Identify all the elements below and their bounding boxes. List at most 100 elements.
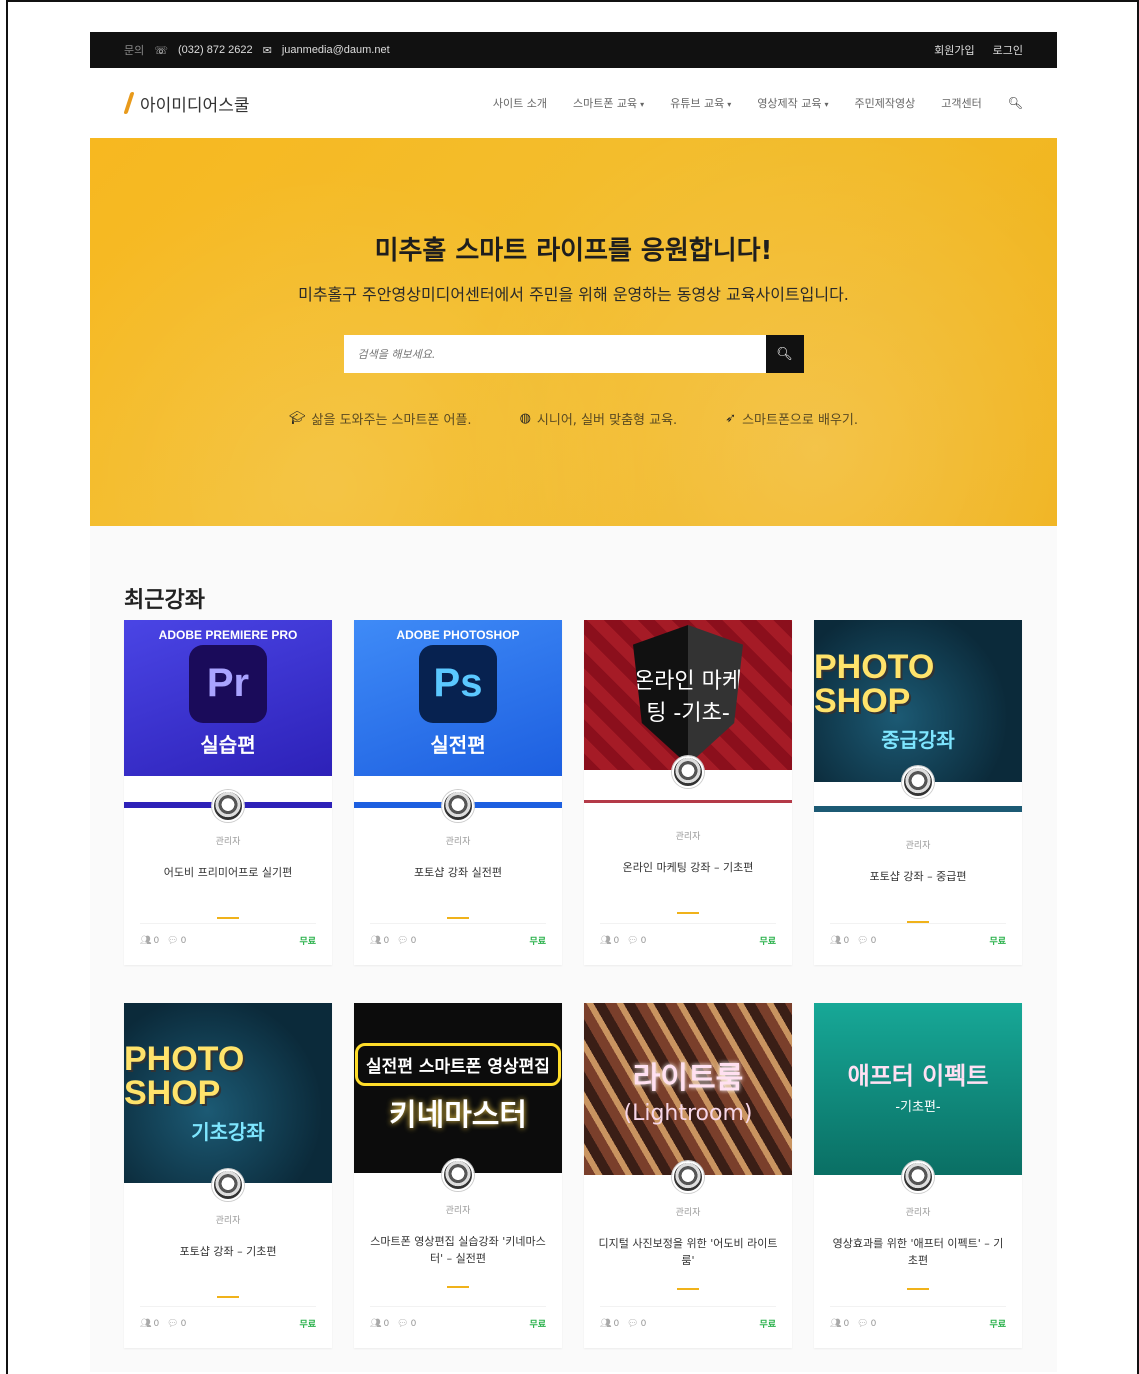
course-title[interactable]: 디지털 사진보정을 위한 '어도비 라이트룸' [584,1236,792,1270]
course-thumbnail[interactable]: PHOTO SHOP 중급강좌 [814,620,1022,782]
course-card[interactable]: PHOTO SHOP 기초강좌 관리자 포토샵 강좌 – 기초편 👥︎ 0 💬︎ 0… [124,1003,332,1348]
nav-item-about[interactable]: 사이트 소개 [493,95,547,111]
site: 문의 ☏ (032) 872 2622 ✉ juanmedia@daum.net… [90,32,1057,1372]
hero-banner: 미추홀 스마트 라이프를 응원합니다! 미추홀구 주안영상미디어센터에서 주민을… [90,138,1057,526]
feature-item[interactable]: ➶ 스마트폰으로 배우기. [725,409,858,428]
course-title[interactable]: 온라인 마케팅 강좌 – 기초편 [584,860,792,894]
chevron-down-icon: ▾ [727,100,732,109]
course-thumbnail[interactable]: PHOTO SHOP 기초강좌 [124,1003,332,1183]
course-footer: 👥︎ 0 💬︎ 0 무료 [600,1306,776,1330]
price-badge: 무료 [299,937,316,947]
avatar[interactable] [672,1161,704,1193]
course-author[interactable]: 관리자 [124,834,332,847]
course-author[interactable]: 관리자 [814,1205,1022,1218]
thumbnail-text: -기초편- [895,1099,941,1115]
course-footer: 👥︎ 0 💬︎ 0 무료 [830,1306,1006,1330]
comment-icon: 💬︎ [857,1318,869,1329]
avatar[interactable] [442,790,474,822]
course-card[interactable]: ADOBE PREMIERE PRO Pr 실습편 관리자 어도비 프리미어프로… [124,620,332,965]
course-author[interactable]: 관리자 [584,1205,792,1218]
thumbnail-caption: 애프터 이펙트 [847,1062,989,1091]
avatar[interactable] [902,766,934,798]
course-title[interactable]: 포토샵 강좌 실전편 [354,865,562,899]
email-link[interactable]: juanmedia@daum.net [282,44,390,56]
email-icon: ✉ [262,44,272,57]
course-footer: 👥︎ 0 💬︎ 0 무료 [140,1306,316,1330]
course-card[interactable]: 실전편 스마트폰 영상편집 키네마스터 관리자 스마트폰 영상편집 실습강좌 '… [354,1003,562,1348]
search-icon: 🔍︎ [776,346,793,361]
thumbnail-strip [814,806,1022,812]
course-card[interactable]: ADOBE PHOTOSHOP Ps 실전편 관리자 포토샵 강좌 실전편 👥︎… [354,620,562,965]
user-icon: 👥︎ [830,935,842,946]
nav-item-resident-video[interactable]: 주민제작영상 [855,95,916,111]
course-card[interactable]: 애프터 이펙트 -기초편- 관리자 영상효과를 위한 '애프터 이펙트' – 기… [814,1003,1022,1348]
course-author[interactable]: 관리자 [814,838,1022,851]
nav-item-smartphone[interactable]: 스마트폰 교육 ▾ [573,95,644,111]
user-icon: 👥︎ [600,1318,612,1329]
nav-item-video[interactable]: 영상제작 교육 ▾ [757,95,828,111]
thumbnail-text: 중급강좌 [881,727,955,752]
course-thumbnail[interactable]: 실전편 스마트폰 영상편집 키네마스터 [354,1003,562,1173]
course-author[interactable]: 관리자 [584,829,792,842]
nav-item-youtube[interactable]: 유튜브 교육 ▾ [670,95,731,111]
feature-item[interactable]: 🎓︎ 삶을 도와주는 스마트폰 어플. [289,409,472,428]
course-footer: 👥︎ 0 💬︎ 0 무료 [370,923,546,947]
phone-icon: ☏ [154,44,169,57]
thumbnail-text: 실습편 [200,732,256,757]
user-icon: 👥︎ [370,1318,382,1329]
nav-item-support[interactable]: 고객센터 [941,95,981,111]
avatar[interactable] [212,790,244,822]
comment-icon: 💬︎ [857,935,869,946]
price-badge: 무료 [529,1320,546,1330]
course-title[interactable]: 어도비 프리미어프로 실기편 [124,865,332,899]
price-badge: 무료 [529,937,546,947]
course-card[interactable]: PHOTO SHOP 중급강좌 관리자 포토샵 강좌 – 중급편 👥︎ 0 💬︎ 0… [814,620,1022,965]
login-link[interactable]: 로그인 [993,42,1023,58]
thumbnail-caption: PHOTO SHOP [814,647,935,720]
price-badge: 무료 [989,1320,1006,1330]
course-footer: 👥︎ 0 💬︎ 0 무료 [370,1306,546,1330]
course-thumbnail[interactable]: 온라인 마케팅 -기초- [584,620,792,770]
user-icon: 👥︎ [830,1318,842,1329]
search-button[interactable]: 🔍︎ [765,335,804,373]
course-title[interactable]: 포토샵 강좌 – 기초편 [124,1244,332,1278]
avatar[interactable] [442,1159,474,1191]
contact-label: 문의 [124,45,145,57]
course-thumbnail[interactable]: 라이트룸 (Lightroom) [584,1003,792,1175]
thumbnail-text: 실전편 [430,732,486,757]
thumbnail-strip [584,800,792,803]
feature-item[interactable]: ◍ 시니어, 실버 맞춤형 교육. [520,409,678,428]
hero-title: 미추홀 스마트 라이프를 응원합니다! [374,236,773,266]
course-thumbnail[interactable]: ADOBE PHOTOSHOP Ps 실전편 [354,620,562,776]
course-author[interactable]: 관리자 [124,1213,332,1226]
course-card[interactable]: 온라인 마케팅 -기초- 관리자 온라인 마케팅 강좌 – 기초편 👥︎ 0 💬︎… [584,620,792,965]
thumbnail-text: (Lightroom) [623,1100,753,1126]
course-thumbnail[interactable]: ADOBE PREMIERE PRO Pr 실습편 [124,620,332,776]
course-author[interactable]: 관리자 [354,834,562,847]
course-title[interactable]: 포토샵 강좌 – 중급편 [814,869,1022,903]
price-badge: 무료 [989,937,1006,947]
user-icon: 👥︎ [140,935,152,946]
avatar[interactable] [672,756,704,788]
avatar[interactable] [902,1161,934,1193]
course-title[interactable]: 스마트폰 영상편집 실습강좌 '키네마스터' – 실전편 [354,1234,562,1268]
course-title[interactable]: 영상효과를 위한 '애프터 이펙트' – 기초편 [814,1236,1022,1270]
section-title: 최근강좌 [124,588,205,613]
logo-text: 아이미디어스쿨 [140,95,250,116]
chevron-down-icon: ▾ [640,100,645,109]
divider [217,1296,239,1298]
signup-link[interactable]: 회원가입 [934,42,974,58]
search-icon[interactable]: 🔍︎ [1008,96,1023,110]
graduation-cap-icon: 🎓︎ [289,411,306,426]
course-card[interactable]: 라이트룸 (Lightroom) 관리자 디지털 사진보정을 위한 '어도비 라… [584,1003,792,1348]
avatar[interactable] [212,1169,244,1201]
price-badge: 무료 [299,1320,316,1330]
user-icon: 👥︎ [140,1318,152,1329]
course-author[interactable]: 관리자 [354,1203,562,1216]
search-input[interactable] [343,335,766,373]
premiere-logo-icon: Pr [189,644,267,723]
course-thumbnail[interactable]: 애프터 이펙트 -기초편- [814,1003,1022,1175]
comment-icon: 💬︎ [167,935,179,946]
site-logo[interactable]: 아이미디어스쿨 [124,90,249,116]
divider [677,1288,699,1290]
